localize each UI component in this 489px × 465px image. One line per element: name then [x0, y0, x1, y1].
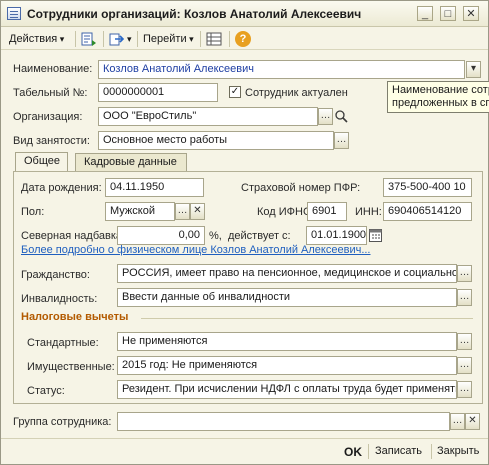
tooltip: Наименование сотр предложенных в спи — [387, 81, 489, 113]
employee-window: Сотрудники организаций: Козлов Анатолий … — [0, 0, 489, 465]
standard-label: Стандартные: — [27, 337, 99, 349]
close-button[interactable]: ✕ — [463, 6, 479, 21]
document-icon — [7, 7, 21, 20]
standard-select-button[interactable]: … — [457, 333, 472, 350]
org-input[interactable]: ООО "ЕвроСтиль" — [98, 107, 318, 126]
tooltip-line: предложенных в спи — [392, 97, 489, 109]
north-unit: %, — [209, 230, 222, 242]
status-select-button[interactable]: … — [457, 381, 472, 398]
birth-label: Дата рождения: — [21, 182, 102, 194]
active-label: Сотрудник актуален — [245, 87, 348, 99]
gender-input[interactable]: Мужской — [105, 202, 175, 221]
person-details-link[interactable]: Более подробно о физическом лице Козлов … — [21, 244, 371, 256]
save-button[interactable]: Записать — [375, 445, 422, 457]
gender-select-button[interactable]: … — [175, 203, 190, 220]
calendar-icon[interactable] — [368, 227, 383, 244]
disability-select-button[interactable]: … — [457, 289, 472, 306]
name-dropdown-button[interactable]: ▾ — [466, 61, 481, 78]
snils-label: Страховой номер ПФР: — [241, 182, 361, 194]
section-divider — [141, 318, 473, 319]
bottom-bar: OK Записать Закрыть — [1, 438, 488, 464]
help-icon[interactable]: ? — [235, 31, 251, 47]
maximize-button[interactable]: □ — [440, 6, 456, 21]
group-clear-button[interactable]: ✕ — [465, 413, 480, 430]
employment-label: Вид занятости: — [13, 135, 90, 147]
group-select-button[interactable]: … — [450, 413, 465, 430]
employment-input[interactable]: Основное место работы — [98, 131, 334, 150]
north-label: Северная надбавка: — [21, 230, 126, 242]
goto-menu[interactable]: Перейти — [143, 31, 194, 47]
gender-label: Пол: — [21, 206, 45, 218]
citizenship-input[interactable]: РОССИЯ, имеет право на пенсионное, медиц… — [117, 264, 457, 283]
property-label: Имущественные: — [27, 361, 115, 373]
bottom-separator — [431, 444, 432, 459]
actions-menu[interactable]: Действия — [9, 31, 64, 47]
close-dialog-button[interactable]: Закрыть — [437, 445, 479, 457]
birth-input[interactable]: 04.11.1950 — [105, 178, 204, 197]
bottom-separator — [368, 444, 369, 459]
standard-input[interactable]: Не применяются — [117, 332, 457, 351]
toolbar-separator — [75, 31, 76, 47]
minimize-button[interactable]: _ — [417, 6, 433, 21]
status-label: Статус: — [27, 385, 65, 397]
gender-clear-button[interactable]: ✕ — [190, 203, 205, 220]
property-input[interactable]: 2015 год: Не применяются — [117, 356, 457, 375]
group-input[interactable] — [117, 412, 450, 431]
tab-hr-data[interactable]: Кадровые данные — [75, 153, 187, 171]
group-label: Группа сотрудника: — [13, 416, 112, 428]
citizenship-select-button[interactable]: … — [457, 265, 472, 282]
ifns-input[interactable]: 6901 — [307, 202, 347, 221]
tooltip-line: Наименование сотр — [392, 84, 489, 96]
valid-from-label: действует с: — [228, 230, 291, 242]
toolbar-separator — [200, 31, 201, 47]
inn-label: ИНН: — [355, 206, 382, 218]
toolbar-separator — [137, 31, 138, 47]
property-select-button[interactable]: … — [457, 357, 472, 374]
list-icon[interactable] — [206, 31, 222, 47]
valid-from-input[interactable]: 01.01.1900 — [306, 226, 367, 245]
tax-deductions-heading: Налоговые вычеты — [21, 311, 129, 323]
search-icon[interactable] — [334, 108, 349, 125]
structure-icon[interactable] — [81, 31, 97, 47]
tab-general[interactable]: Общее — [15, 152, 68, 172]
toolbar-separator — [103, 31, 104, 47]
disability-input[interactable]: Ввести данные об инвалидности — [117, 288, 457, 307]
go-dropdown-icon[interactable]: ▾ — [127, 31, 132, 47]
tabnum-label: Табельный №: — [13, 87, 88, 99]
ifns-label: Код ИФНС: — [257, 206, 314, 218]
tabnum-input[interactable]: 0000000001 — [98, 83, 218, 102]
name-input[interactable]: Козлов Анатолий Алексеевич — [98, 60, 465, 79]
window-title: Сотрудники организаций: Козлов Анатолий … — [27, 7, 362, 21]
name-label: Наименование: — [13, 63, 93, 75]
snils-input[interactable]: 375-500-400 10 — [383, 178, 472, 197]
ok-button[interactable]: OK — [344, 445, 362, 459]
inn-input[interactable]: 690406514120 — [383, 202, 472, 221]
north-input[interactable]: 0,00 — [117, 226, 205, 245]
status-input[interactable]: Резидент. При исчислении НДФЛ с оплаты т… — [117, 380, 457, 399]
citizenship-label: Гражданство: — [21, 269, 90, 281]
toolbar: Действия ▾ Перейти ? — [1, 28, 488, 50]
employment-select-button[interactable]: … — [334, 132, 349, 149]
go-icon[interactable] — [109, 31, 125, 47]
org-label: Организация: — [13, 111, 83, 123]
org-select-button[interactable]: … — [318, 108, 333, 125]
disability-label: Инвалидность: — [21, 293, 98, 305]
title-bar: Сотрудники организаций: Козлов Анатолий … — [1, 1, 488, 27]
toolbar-separator — [229, 31, 230, 47]
active-checkbox[interactable]: ✓ — [229, 86, 241, 98]
